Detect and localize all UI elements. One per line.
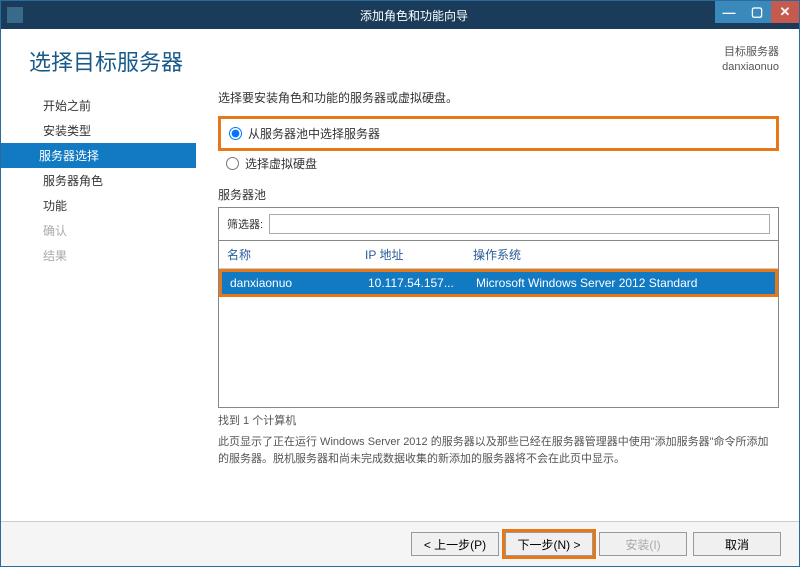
instruction-text: 选择要安装角色和功能的服务器或虚拟硬盘。 bbox=[218, 89, 779, 106]
close-button[interactable]: ✕ bbox=[771, 1, 799, 23]
target-value: danxiaonuo bbox=[722, 60, 779, 75]
col-header-name[interactable]: 名称 bbox=[227, 246, 365, 263]
radio-pool-label: 从服务器池中选择服务器 bbox=[248, 125, 380, 142]
sidebar-item-confirmation: 确认 bbox=[1, 218, 196, 243]
radio-pool-input[interactable] bbox=[229, 127, 242, 140]
maximize-button[interactable]: ▢ bbox=[743, 1, 771, 23]
col-header-ip[interactable]: IP 地址 bbox=[365, 246, 473, 263]
filter-box: 筛选器: bbox=[218, 207, 779, 241]
body: 开始之前 安装类型 服务器选择 服务器角色 功能 确认 结果 选择要安装角色和功… bbox=[1, 87, 799, 499]
server-table: 名称 IP 地址 操作系统 danxiaonuo 10.117.54.157..… bbox=[218, 241, 779, 408]
app-icon bbox=[7, 7, 23, 23]
main-panel: 选择要安装角色和功能的服务器或虚拟硬盘。 从服务器池中选择服务器 选择虚拟硬盘 … bbox=[196, 87, 779, 499]
wizard-window: 添加角色和功能向导 — ▢ ✕ 选择目标服务器 目标服务器 danxiaonuo… bbox=[0, 0, 800, 567]
window-title: 添加角色和功能向导 bbox=[29, 7, 799, 24]
cell-os: Microsoft Windows Server 2012 Standard bbox=[476, 276, 767, 290]
sidebar-item-installation-type[interactable]: 安装类型 bbox=[1, 118, 196, 143]
window-controls: — ▢ ✕ bbox=[715, 1, 799, 23]
previous-button[interactable]: < 上一步(P) bbox=[411, 532, 499, 556]
sidebar-item-results: 结果 bbox=[1, 243, 196, 268]
filter-label: 筛选器: bbox=[227, 216, 263, 232]
cell-ip: 10.117.54.157... bbox=[368, 276, 476, 290]
table-row[interactable]: danxiaonuo 10.117.54.157... Microsoft Wi… bbox=[222, 272, 775, 294]
filter-input[interactable] bbox=[269, 214, 770, 234]
description-text: 此页显示了正在运行 Windows Server 2012 的服务器以及那些已经… bbox=[218, 434, 779, 467]
target-label: 目标服务器 bbox=[722, 45, 779, 60]
next-button[interactable]: 下一步(N) > bbox=[505, 532, 593, 556]
table-body-highlight: danxiaonuo 10.117.54.157... Microsoft Wi… bbox=[219, 269, 778, 297]
col-header-os[interactable]: 操作系统 bbox=[473, 246, 770, 263]
cell-name: danxiaonuo bbox=[230, 276, 368, 290]
cancel-button[interactable]: 取消 bbox=[693, 532, 781, 556]
table-empty-area bbox=[219, 297, 778, 407]
page-title: 选择目标服务器 bbox=[29, 45, 183, 77]
radio-vhd-input[interactable] bbox=[226, 157, 239, 170]
sidebar-item-before-you-begin[interactable]: 开始之前 bbox=[1, 93, 196, 118]
minimize-button[interactable]: — bbox=[715, 1, 743, 23]
radio-vhd-label: 选择虚拟硬盘 bbox=[245, 155, 317, 172]
sidebar-item-server-roles[interactable]: 服务器角色 bbox=[1, 168, 196, 193]
sidebar: 开始之前 安装类型 服务器选择 服务器角色 功能 确认 结果 bbox=[1, 87, 196, 499]
server-pool-label: 服务器池 bbox=[218, 186, 779, 203]
titlebar: 添加角色和功能向导 — ▢ ✕ bbox=[1, 1, 799, 29]
radio-select-vhd[interactable]: 选择虚拟硬盘 bbox=[218, 153, 779, 178]
header: 选择目标服务器 目标服务器 danxiaonuo bbox=[1, 29, 799, 87]
sidebar-item-features[interactable]: 功能 bbox=[1, 193, 196, 218]
radio-select-from-pool[interactable]: 从服务器池中选择服务器 bbox=[229, 123, 768, 144]
table-header: 名称 IP 地址 操作系统 bbox=[219, 241, 778, 269]
radio-group-highlight: 从服务器池中选择服务器 bbox=[218, 116, 779, 151]
footer: < 上一步(P) 下一步(N) > 安装(I) 取消 bbox=[1, 521, 799, 566]
install-button: 安装(I) bbox=[599, 532, 687, 556]
computer-count: 找到 1 个计算机 bbox=[218, 412, 779, 428]
sidebar-item-server-selection[interactable]: 服务器选择 bbox=[1, 143, 196, 168]
target-server-info: 目标服务器 danxiaonuo bbox=[722, 45, 779, 76]
